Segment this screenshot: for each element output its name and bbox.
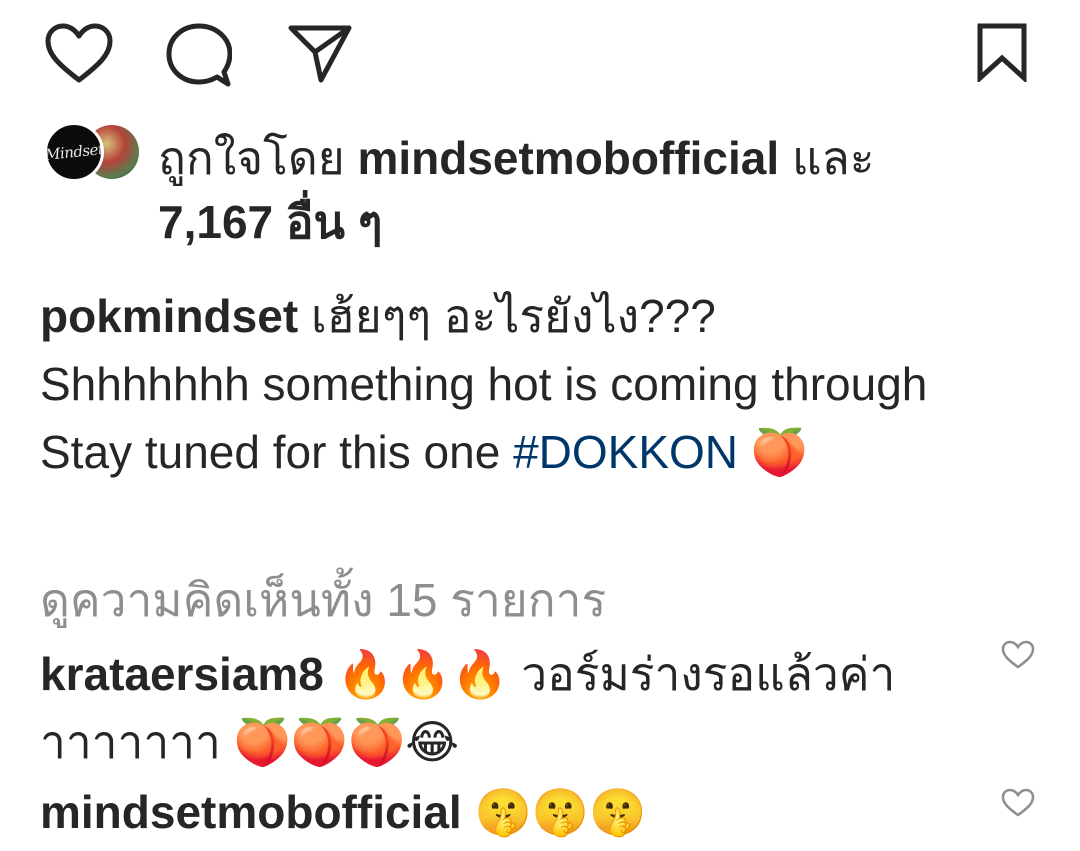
likes-joiner: และ [791, 132, 875, 184]
post-action-bar [0, 0, 1080, 110]
bookmark-icon[interactable] [972, 22, 1032, 82]
view-all-comments-link[interactable]: ดูความคิดเห็นทั้ง 15 รายการ [40, 570, 606, 630]
likes-prefix: ถูกใจโดย [158, 132, 345, 184]
comment-like-heart-icon[interactable] [1001, 788, 1035, 823]
comment-item: mindsetmobofficial 🤫🤫🤫 [40, 778, 980, 846]
hashtag-link[interactable]: #DOKKON [513, 426, 738, 478]
likes-text: ถูกใจโดย mindsetmobofficial และ 7,167 อื… [158, 126, 1038, 254]
caption-username[interactable]: pokmindset [40, 290, 298, 342]
comment-item: krataersiam8 🔥🔥🔥 วอร์มร่างรอแล้วค่าาาาาา… [40, 640, 980, 776]
heart-icon[interactable] [44, 22, 114, 86]
share-icon[interactable] [287, 22, 353, 86]
caption-line-3: Stay tuned for this one [40, 426, 514, 478]
peach-emoji: 🍑 [750, 426, 809, 478]
comment-username[interactable]: mindsetmobofficial [40, 786, 462, 838]
caption-line-2: Shhhhhhh something hot is coming through [40, 358, 928, 410]
liker-username[interactable]: mindsetmobofficial [357, 132, 779, 184]
likes-count[interactable]: 7,167 อื่น ๆ [158, 196, 382, 248]
comment-icon[interactable] [166, 22, 232, 88]
comment-like-heart-icon[interactable] [1001, 640, 1035, 675]
comment-username[interactable]: krataersiam8 [40, 648, 324, 700]
avatar[interactable]: Mindset [44, 122, 104, 182]
post-caption: pokmindset เฮ้ยๆๆ อะไรยังไง??? Shhhhhhh … [40, 282, 1040, 486]
liker-avatars: Mindset [44, 122, 142, 182]
brand-logo: Mindset [44, 139, 104, 165]
caption-line-1: เฮ้ยๆๆ อะไรยังไง??? [310, 290, 716, 342]
comment-text: 🤫🤫🤫 [474, 786, 647, 838]
